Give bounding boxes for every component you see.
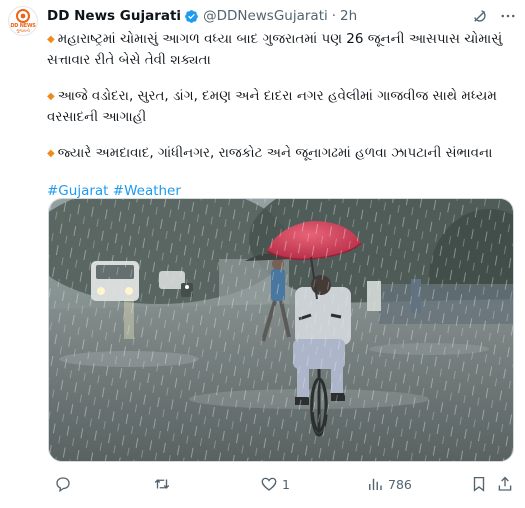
verified-badge-icon bbox=[185, 9, 198, 23]
separator-dot: · bbox=[331, 8, 337, 24]
views-button[interactable]: 786 bbox=[366, 475, 412, 493]
tweet-paragraph: ◆ મહારાષ્ટ્રમાં ચોમાસું આગળ વધ્યા બાદ ગુજ… bbox=[47, 30, 517, 70]
tweet-paragraph: ◆ જ્યારે અમદાવાદ, ગાંધીનગર, રાજકોટ અને જૂ… bbox=[47, 144, 517, 165]
more-options-icon[interactable] bbox=[499, 7, 517, 25]
grok-icon[interactable] bbox=[471, 7, 489, 25]
reply-icon bbox=[56, 477, 70, 493]
rainy-street-cyclist-photo bbox=[49, 199, 513, 461]
hashtag-gujarat[interactable]: #Gujarat bbox=[47, 183, 108, 199]
tweet-image[interactable] bbox=[48, 198, 514, 462]
bookmark-button[interactable] bbox=[470, 475, 488, 493]
timestamp[interactable]: 2h bbox=[340, 8, 357, 24]
avatar-sub-text: ગુજરાતી bbox=[16, 28, 30, 33]
paragraph-text: મહારાષ્ટ્રમાં ચોમાસું આગળ વધ્યા બાદ ગુજર… bbox=[47, 31, 503, 68]
orange-diamond-icon: ◆ bbox=[47, 91, 55, 102]
tweet-header: DD News Gujarati @DDNewsGujarati · 2h bbox=[47, 6, 517, 26]
avatar[interactable]: DD NEWS ગુજરાતી bbox=[8, 6, 38, 36]
retweet-button[interactable] bbox=[153, 475, 175, 493]
dd-news-logo-icon bbox=[16, 9, 30, 23]
like-icon bbox=[261, 477, 277, 491]
author-handle[interactable]: @DDNewsGujarati bbox=[203, 8, 328, 24]
orange-diamond-icon: ◆ bbox=[47, 148, 55, 159]
tweet-paragraph: ◆ આજે વડોદરા, સુરત, ડાંગ, દમણ અને દાદરા ન… bbox=[47, 87, 517, 127]
reply-button[interactable] bbox=[54, 475, 76, 493]
views-count: 786 bbox=[388, 476, 412, 492]
paragraph-text: આજે વડોદરા, સુરત, ડાંગ, દમણ અને દાદરા નગ… bbox=[47, 88, 497, 125]
share-button[interactable] bbox=[496, 475, 514, 493]
paragraph-text: જ્યારે અમદાવાદ, ગાંધીનગર, રાજકોટ અને જૂન… bbox=[57, 145, 493, 161]
hashtag-weather[interactable]: #Weather bbox=[113, 183, 181, 199]
tweet-text: ◆ મહારાષ્ટ્રમાં ચોમાસું આગળ વધ્યા બાદ ગુજ… bbox=[47, 30, 517, 201]
orange-diamond-icon: ◆ bbox=[47, 34, 55, 45]
like-count: 1 bbox=[282, 476, 290, 492]
retweet-icon bbox=[154, 479, 170, 489]
like-button[interactable]: 1 bbox=[260, 475, 290, 493]
tweet-actions: 1 786 bbox=[48, 472, 518, 496]
share-icon bbox=[498, 476, 512, 491]
author-name[interactable]: DD News Gujarati bbox=[47, 8, 181, 24]
views-icon bbox=[369, 478, 382, 490]
bookmark-icon bbox=[473, 476, 485, 492]
